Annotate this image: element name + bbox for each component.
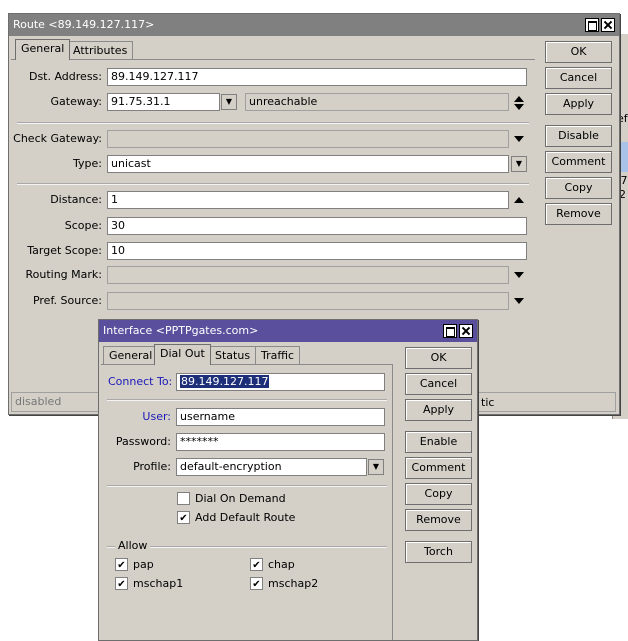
separator <box>107 399 387 401</box>
copy-button[interactable]: Copy <box>545 177 612 199</box>
profile-input[interactable]: default-encryption <box>176 458 367 476</box>
mschap1-label: mschap1 <box>133 577 184 590</box>
pref-source-dropdown-icon[interactable] <box>514 298 524 304</box>
pap-label: pap <box>133 558 154 571</box>
password-label: Password: <box>115 435 171 448</box>
cancel-button[interactable]: Cancel <box>545 67 612 89</box>
routing-mark-dropdown-icon[interactable] <box>514 272 524 278</box>
cancel-button[interactable]: Cancel <box>405 373 472 395</box>
close-icon[interactable] <box>459 324 473 338</box>
disable-button[interactable]: Disable <box>545 125 612 147</box>
dst-address-label: Dst. Address: <box>28 70 102 83</box>
target-scope-label: Target Scope: <box>27 244 102 257</box>
expand-arrow-icon[interactable] <box>514 104 524 110</box>
torch-button[interactable]: Torch <box>405 541 472 563</box>
pref-source-label: Pref. Source: <box>32 294 102 307</box>
separator <box>107 485 387 487</box>
enable-button[interactable]: Enable <box>405 431 472 453</box>
tab-dial-out[interactable]: Dial Out <box>154 344 211 365</box>
interface-window-titlebar[interactable]: Interface <PPTPgates.com> <box>99 320 477 342</box>
close-icon[interactable] <box>601 18 615 32</box>
background-fragment: 2 <box>619 188 626 201</box>
check-gateway-input[interactable] <box>107 130 509 148</box>
route-status-bar: disabled <box>11 392 101 412</box>
pap-checkbox[interactable] <box>115 558 128 571</box>
gateway-label: Gateway: <box>50 95 103 108</box>
allow-group-title: Allow <box>115 539 151 553</box>
copy-button[interactable]: Copy <box>405 483 472 505</box>
ok-button[interactable]: OK <box>405 347 472 369</box>
route-window-titlebar[interactable]: Route <89.149.127.117> <box>9 14 619 36</box>
chap-checkbox[interactable] <box>250 558 263 571</box>
distance-input[interactable]: 1 <box>107 191 509 209</box>
user-label: User: <box>142 410 171 423</box>
interface-window-title: Interface <PPTPgates.com> <box>103 324 259 337</box>
type-label: Type: <box>73 157 102 170</box>
connect-to-input[interactable]: 89.149.127.117 <box>176 373 385 391</box>
profile-dropdown[interactable]: ▼ <box>368 459 384 475</box>
profile-label: Profile: <box>133 460 171 473</box>
tab-attributes[interactable]: Attributes <box>67 41 134 60</box>
tab-traffic[interactable]: Traffic <box>255 346 301 365</box>
add-default-route-checkbox[interactable] <box>177 511 190 524</box>
mschap2-checkbox[interactable] <box>250 577 263 590</box>
target-scope-input[interactable]: 10 <box>107 242 527 260</box>
apply-button[interactable]: Apply <box>545 93 612 115</box>
apply-button[interactable]: Apply <box>405 399 472 421</box>
comment-button[interactable]: Comment <box>545 151 612 173</box>
check-gateway-label: Check Gateway: <box>13 132 102 145</box>
dst-address-input[interactable]: 89.149.127.117 <box>107 68 527 86</box>
tab-general[interactable]: General <box>15 39 71 60</box>
add-default-route-label: Add Default Route <box>195 511 296 524</box>
scope-input[interactable]: 30 <box>107 217 527 235</box>
connect-to-value: 89.149.127.117 <box>180 375 270 388</box>
gateway-input[interactable]: 91.75.31.1 <box>107 93 220 111</box>
type-dropdown[interactable]: ▼ <box>511 156 527 172</box>
tab-general[interactable]: General <box>103 346 159 365</box>
collapse-arrow-icon[interactable] <box>514 96 524 102</box>
remove-button[interactable]: Remove <box>545 203 612 225</box>
mschap1-checkbox[interactable] <box>115 577 128 590</box>
maximize-icon[interactable] <box>443 324 457 338</box>
comment-button[interactable]: Comment <box>405 457 472 479</box>
ok-button[interactable]: OK <box>545 41 612 63</box>
tab-status[interactable]: Status <box>209 346 257 365</box>
gateway-state: unreachable <box>245 93 509 111</box>
route-window-title: Route <89.149.127.117> <box>13 18 155 31</box>
password-input[interactable]: ******* <box>176 433 385 451</box>
interface-window: Interface <PPTPgates.com> General Dial O… <box>98 319 478 641</box>
distance-collapse-icon[interactable] <box>514 197 524 203</box>
dial-on-demand-checkbox[interactable] <box>177 492 190 505</box>
distance-label: Distance: <box>50 193 102 206</box>
pref-source-input[interactable] <box>107 292 509 310</box>
background-status-fragment: tic <box>481 396 495 409</box>
type-input[interactable]: unicast <box>107 155 509 173</box>
connect-to-label: Connect To: <box>108 375 173 388</box>
remove-button[interactable]: Remove <box>405 509 472 531</box>
gateway-dropdown[interactable]: ▼ <box>221 94 237 110</box>
dial-on-demand-label: Dial On Demand <box>195 492 286 505</box>
scope-label: Scope: <box>64 219 102 232</box>
separator <box>17 183 529 185</box>
mschap2-label: mschap2 <box>268 577 319 590</box>
user-input[interactable]: username <box>176 408 385 426</box>
routing-mark-input[interactable] <box>107 266 509 284</box>
chap-label: chap <box>268 558 295 571</box>
separator <box>17 122 529 124</box>
routing-mark-label: Routing Mark: <box>25 268 102 281</box>
check-gateway-dropdown-icon[interactable] <box>514 136 524 142</box>
maximize-icon[interactable] <box>585 18 599 32</box>
